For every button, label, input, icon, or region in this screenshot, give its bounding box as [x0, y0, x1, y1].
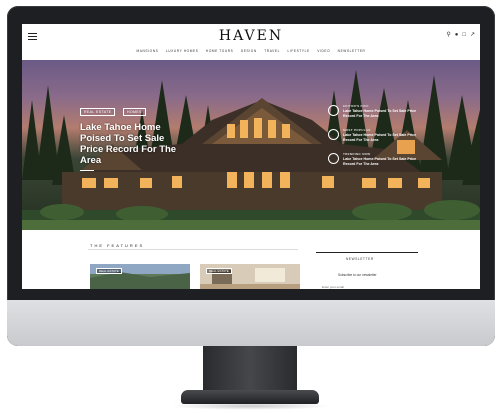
feature-card[interactable]: REAL ESTATE — [90, 264, 190, 289]
newsletter-email-field[interactable]: Enter your email — [322, 285, 344, 289]
cart-icon[interactable]: □ — [462, 31, 466, 39]
feature-card-tag[interactable]: REAL ESTATE — [206, 268, 232, 274]
hero-tag[interactable]: REAL ESTATE — [80, 108, 116, 116]
side-story-title[interactable]: Lake Tahoe Home Poised To Set Sale Price… — [343, 133, 416, 142]
nav-item[interactable]: DESIGN — [241, 49, 257, 53]
nav-item[interactable]: TRAVEL — [264, 49, 280, 53]
monitor-stand-base — [181, 390, 319, 404]
hero-divider — [80, 170, 94, 171]
side-story-text: MOST POPULAR Lake Tahoe Home Poised To S… — [343, 128, 428, 143]
story-thumb-icon — [328, 153, 339, 164]
hero-title[interactable]: Lake Tahoe Home Poised To Set Sale Price… — [80, 122, 190, 166]
nav-item[interactable]: VIDEO — [317, 49, 330, 53]
side-story-title[interactable]: Lake Tahoe Home Poised To Set Sale Price… — [343, 109, 416, 118]
section-title: THE FEATURES — [90, 243, 145, 248]
newsletter-text: Subscribe to our newsletter — [338, 273, 377, 277]
search-icon[interactable]: ⚲ — [446, 31, 450, 39]
hero-story[interactable]: REAL ESTATE HOMES Lake Tahoe Home Poised… — [80, 100, 190, 171]
hero-tag[interactable]: HOMES — [122, 108, 146, 116]
side-story-text: TRENDING NOW Lake Tahoe Home Poised To S… — [343, 152, 428, 167]
feature-card[interactable]: REAL ESTATE — [200, 264, 300, 289]
user-icon[interactable]: ● — [455, 31, 459, 39]
monitor-stand-neck — [203, 346, 297, 392]
monitor-chin — [7, 300, 495, 346]
site-logo[interactable]: HAVEN — [22, 28, 480, 44]
side-story-text: EDITOR'S PICK Lake Tahoe Home Poised To … — [343, 104, 428, 119]
header-icons: ⚲ ● □ ↗ — [446, 31, 475, 39]
nav-item[interactable]: MANSIONS — [137, 49, 159, 53]
main-nav: MANSIONS LUXURY HOMES HOME TOURS DESIGN … — [22, 49, 480, 53]
site-header: HAVEN ⚲ ● □ ↗ MANSIONS LUXURY HOMES HOME… — [22, 24, 480, 60]
nav-item[interactable]: LIFESTYLE — [288, 49, 310, 53]
story-thumb-icon — [328, 105, 339, 116]
side-story[interactable]: TRENDING NOW Lake Tahoe Home Poised To S… — [328, 152, 428, 167]
feature-card-tag[interactable]: REAL ESTATE — [96, 268, 122, 274]
nav-item[interactable]: LUXURY HOMES — [166, 49, 199, 53]
story-thumb-icon — [328, 129, 339, 140]
monitor-screen: HAVEN ⚲ ● □ ↗ MANSIONS LUXURY HOMES HOME… — [22, 24, 480, 289]
side-story[interactable]: EDITOR'S PICK Lake Tahoe Home Poised To … — [328, 104, 428, 119]
side-story-title[interactable]: Lake Tahoe Home Poised To Set Sale Price… — [343, 157, 416, 166]
newsletter-widget: NEWSLETTER Subscribe to our newsletter E… — [316, 252, 418, 289]
share-icon[interactable]: ↗ — [470, 31, 475, 39]
nav-item[interactable]: NEWSLETTER — [338, 49, 366, 53]
side-story[interactable]: MOST POPULAR Lake Tahoe Home Poised To S… — [328, 128, 428, 143]
nav-item[interactable]: HOME TOURS — [206, 49, 234, 53]
side-story-list: EDITOR'S PICK Lake Tahoe Home Poised To … — [328, 104, 428, 176]
hero-banner[interactable]: REAL ESTATE HOMES Lake Tahoe Home Poised… — [22, 60, 480, 230]
newsletter-label: NEWSLETTER — [346, 257, 374, 261]
section-divider — [88, 249, 298, 250]
